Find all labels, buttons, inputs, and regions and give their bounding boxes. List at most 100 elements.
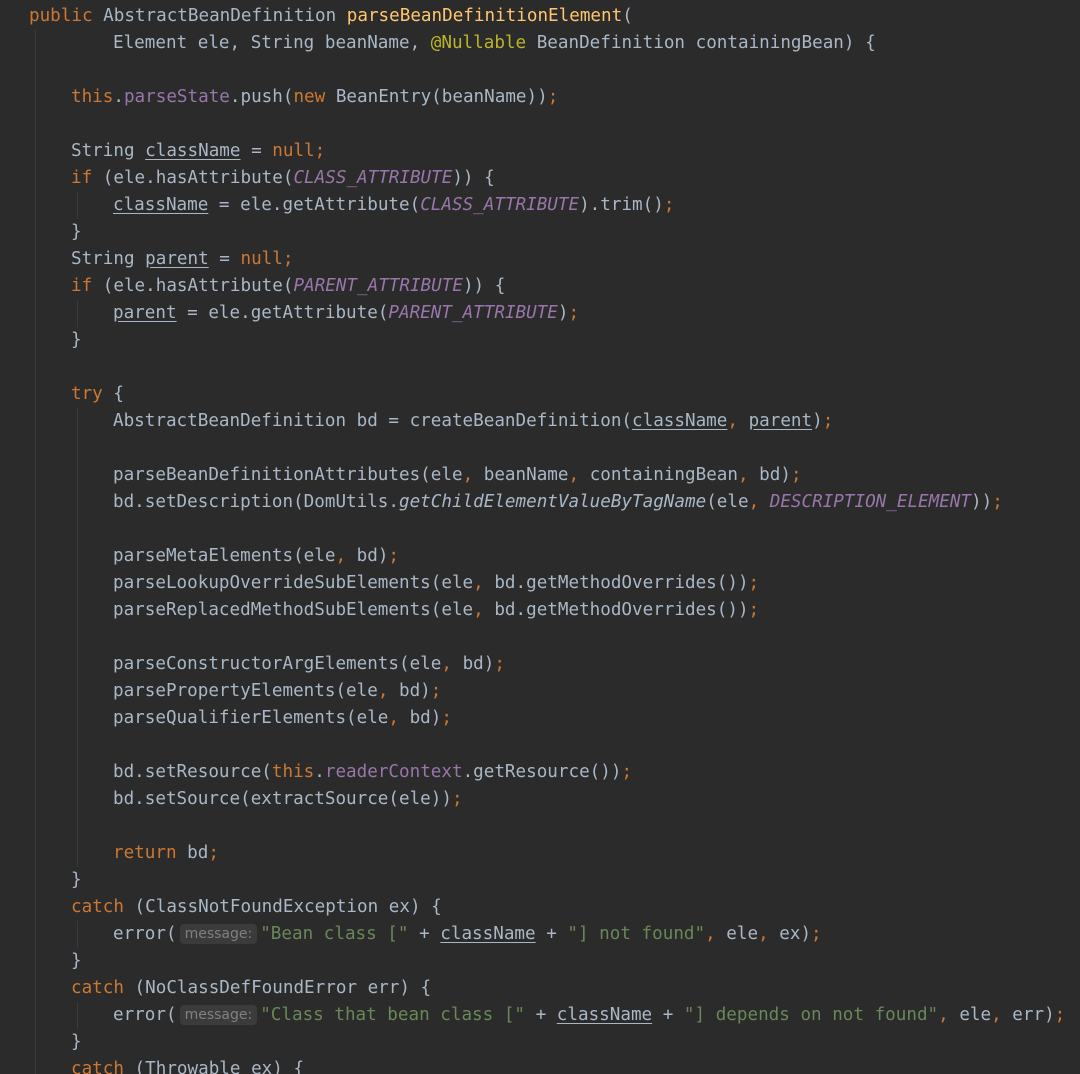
code-token: } (71, 870, 82, 890)
code-line[interactable]: bd.setResource(this.readerContext.getRes… (113, 759, 632, 786)
code-token: String (71, 249, 146, 269)
code-line[interactable]: error(message: "Bean class [" + className… (113, 921, 822, 948)
keyword-token: null; (272, 141, 326, 161)
code-line[interactable]: bd.setSource(extractSource(ele)); (113, 786, 463, 813)
keyword-token: ; (451, 789, 463, 809)
code-token: bd.setDescription(DomUtils. (113, 492, 399, 512)
code-line[interactable]: public AbstractBeanDefinition parseBeanD… (29, 3, 633, 30)
code-token: bd (176, 843, 209, 863)
code-token: Element ele, String beanName, (113, 33, 431, 53)
code-line[interactable]: className = ele.getAttribute(CLASS_ATTRI… (113, 192, 674, 219)
code-line[interactable]: } (71, 948, 82, 975)
variable-token: parent (145, 249, 209, 269)
code-token: ) (557, 303, 569, 323)
code-token: ( (622, 6, 633, 26)
code-token: } (71, 1032, 82, 1052)
code-token: BeanDefinition containingBean) { (526, 33, 876, 53)
code-line[interactable]: parseReplacedMethodSubElements(ele, bd.g… (113, 597, 759, 624)
code-token: )) (971, 492, 993, 512)
code-line[interactable]: } (71, 867, 82, 894)
code-line[interactable]: bd.setDescription(DomUtils.getChildEleme… (113, 489, 1003, 516)
code-line[interactable]: parseMetaElements(ele, bd); (113, 543, 399, 570)
variable-token: className (440, 924, 536, 944)
code-token: + (525, 1005, 557, 1025)
code-token: parseLookupOverrideSubElements(ele (113, 573, 474, 593)
code-token: parseReplacedMethodSubElements(ele (113, 600, 474, 620)
code-line[interactable]: Element ele, String beanName, @Nullable … (113, 30, 876, 57)
code-line[interactable]: } (71, 219, 82, 246)
code-token: (Throwable ex) { (123, 1059, 305, 1074)
code-token: bd) (759, 465, 791, 485)
code-line[interactable]: parseConstructorArgElements(ele, bd); (113, 651, 505, 678)
code-line[interactable]: parseLookupOverrideSubElements(ele, bd.g… (113, 570, 759, 597)
keyword-token: ; (1054, 1005, 1066, 1025)
variable-token: className (632, 411, 728, 431)
code-line[interactable]: String parent = null; (71, 246, 293, 273)
code-token: bd.setSource(extractSource(ele)) (113, 789, 452, 809)
code-token: err) (1012, 1005, 1055, 1025)
constant-token: DESCRIPTION_ELEMENT (769, 492, 972, 512)
param-name-hint: message: (179, 924, 258, 944)
code-line[interactable]: parseQualifierElements(ele, bd); (113, 705, 452, 732)
code-token: } (71, 222, 82, 242)
code-line[interactable]: catch (ClassNotFoundException ex) { (71, 894, 442, 921)
code-line[interactable]: parseBeanDefinitionAttributes(ele, beanN… (113, 462, 802, 489)
method-name-token: parseBeanDefinitionElement (346, 6, 623, 26)
keyword-token: ; (494, 654, 505, 674)
keyword-token: , (335, 546, 357, 566)
indent-guide (77, 1002, 78, 1029)
code-editor[interactable]: public AbstractBeanDefinition parseBeanD… (0, 0, 1080, 1074)
code-token: parsePropertyElements(ele (113, 681, 378, 701)
keyword-token: return (113, 843, 177, 863)
code-token: (ClassNotFoundException ex) { (123, 897, 442, 917)
keyword-token: ; (992, 492, 1003, 512)
field-token: parseState (123, 87, 230, 107)
code-line[interactable]: error(message: "Class that bean class [" … (113, 1002, 1065, 1029)
keyword-token: ; (811, 924, 822, 944)
code-line[interactable]: if (ele.hasAttribute(CLASS_ATTRIBUTE)) { (71, 165, 495, 192)
code-token: + (652, 1005, 684, 1025)
code-token: = (208, 249, 241, 269)
keyword-token: ; (663, 195, 675, 215)
keyword-token: , (727, 411, 749, 431)
code-token: } (71, 951, 82, 971)
keyword-token: , (473, 600, 495, 620)
code-token: bd) (409, 708, 442, 728)
code-line[interactable]: this.parseState.push(new BeanEntry(beanN… (71, 84, 558, 111)
code-line[interactable]: } (71, 1029, 82, 1056)
code-line[interactable]: try { (71, 381, 124, 408)
variable-token: parent (748, 411, 813, 431)
constant-token: PARENT_ATTRIBUTE (293, 276, 463, 296)
code-token: bd) (356, 546, 389, 566)
code-line[interactable]: } (71, 327, 82, 354)
keyword-token: , (758, 924, 780, 944)
code-line[interactable]: catch (NoClassDefFoundError err) { (71, 975, 431, 1002)
code-token: bd.setResource( (113, 762, 272, 782)
keyword-token: if (71, 276, 93, 296)
code-line[interactable]: String className = null; (71, 138, 325, 165)
keyword-token: null; (240, 249, 294, 269)
code-line[interactable]: AbstractBeanDefinition bd = createBeanDe… (113, 408, 833, 435)
code-token: .push( (229, 87, 294, 107)
code-token: ).trim() (579, 195, 664, 215)
keyword-token: ; (388, 546, 400, 566)
code-token: (ele (706, 492, 749, 512)
variable-token: className (556, 1005, 653, 1025)
code-line[interactable]: catch (Throwable ex) { (71, 1056, 304, 1074)
code-token: = ele.getAttribute( (176, 303, 389, 323)
code-line[interactable]: return bd; (113, 840, 219, 867)
indent-guide (77, 408, 78, 867)
code-token: )) { (462, 276, 506, 296)
code-token: AbstractBeanDefinition (92, 6, 347, 26)
code-token: } (71, 330, 82, 350)
code-token: + (408, 924, 441, 944)
string-token: "Bean class [" (260, 924, 409, 944)
code-token: beanName (483, 465, 569, 485)
keyword-token: ; (748, 573, 760, 593)
code-line[interactable]: if (ele.hasAttribute(PARENT_ATTRIBUTE)) … (71, 273, 505, 300)
code-token: . (314, 762, 325, 782)
variable-token: className (113, 195, 209, 215)
code-line[interactable]: parsePropertyElements(ele, bd); (113, 678, 441, 705)
code-line[interactable]: parent = ele.getAttribute(PARENT_ATTRIBU… (113, 300, 579, 327)
string-token: "] not found" (567, 924, 706, 944)
